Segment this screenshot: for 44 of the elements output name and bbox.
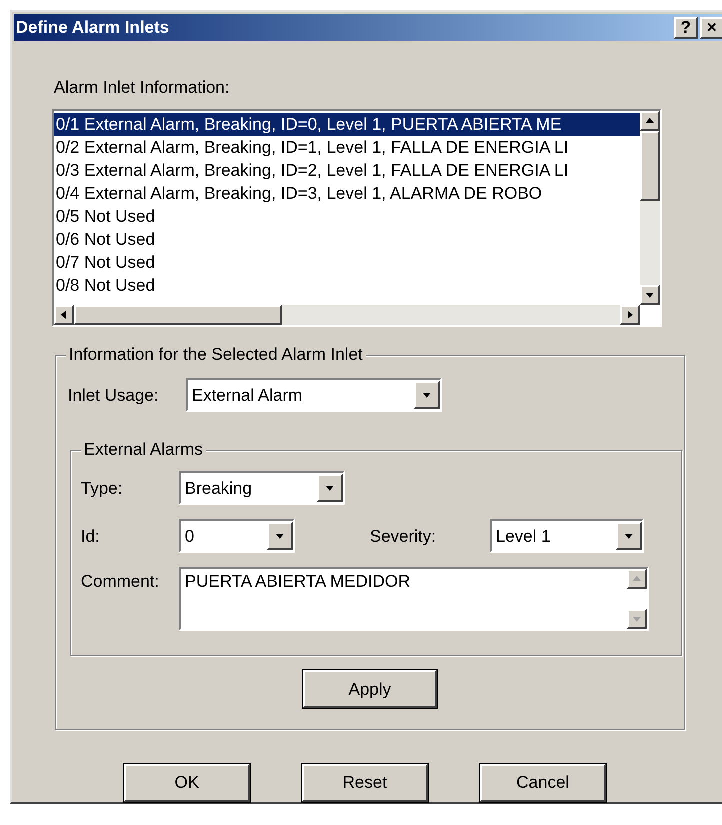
scroll-thumb[interactable] [640, 131, 660, 202]
list-item[interactable]: 0/4 External Alarm, Breaking, ID=3, Level 1, ALARMA DE ROBO [54, 182, 640, 206]
dialog-button[interactable]: Reset [302, 764, 428, 802]
scroll-button[interactable] [620, 305, 640, 326]
severity-dropdown[interactable]: Level 1 [490, 519, 644, 554]
caret-icon [275, 531, 285, 542]
scroll-button[interactable] [640, 285, 660, 306]
caret-icon [422, 390, 432, 400]
scroll-button[interactable] [54, 305, 74, 326]
field-label: Inlet Usage: [68, 384, 160, 407]
list-item[interactable]: 0/5 Not Used [54, 205, 640, 228]
field-label: Severity: [370, 526, 438, 548]
dialog-button[interactable]: Cancel [480, 764, 606, 802]
scroll-button[interactable] [627, 609, 647, 630]
comment-field[interactable]: PUERTA ABIERTA MEDIDOR [179, 567, 649, 632]
list-item[interactable]: 0/1 External Alarm, Breaking, ID=0, Level 1, PUERTA ABIERTA ME [54, 113, 640, 136]
caret-icon [325, 483, 335, 494]
scroll-thumb[interactable] [74, 305, 282, 326]
caret-icon [624, 531, 634, 542]
horizontal-scrollbar[interactable] [54, 305, 640, 326]
field-label: Type: [81, 478, 124, 500]
list-item[interactable]: 0/7 Not Used [54, 251, 640, 274]
down-arrow-icon [632, 614, 642, 624]
list-item[interactable]: 0/8 Not Used [54, 274, 640, 298]
scroll-button[interactable] [640, 111, 660, 132]
window-title: Define Alarm Inlets [15, 16, 170, 39]
right-arrow-icon [625, 310, 635, 320]
inlet-usage-dropdown[interactable]: External Alarm [186, 378, 442, 412]
help-button[interactable]: ? [674, 16, 698, 39]
dialog-button[interactable]: Apply [303, 670, 437, 708]
list-label: Alarm Inlet Information: [54, 78, 230, 98]
field-label: Id: [81, 526, 101, 548]
list-item[interactable]: 0/2 External Alarm, Breaking, ID=1, Level 1, FALLA DE ENERGIA LI [54, 136, 640, 160]
dialog-button[interactable]: OK [124, 764, 250, 802]
id-dropdown[interactable]: 0 [179, 519, 295, 554]
type-dropdown[interactable]: Breaking [179, 471, 345, 506]
scroll-button[interactable] [627, 569, 647, 590]
left-arrow-icon [59, 310, 69, 320]
list-item[interactable]: 0/6 Not Used [54, 228, 640, 252]
close-button[interactable]: × [700, 16, 722, 39]
field-label: Comment: [81, 571, 160, 594]
list-item[interactable]: 0/3 External Alarm, Breaking, ID=2, Level 1, FALLA DE ENERGIA LI [54, 159, 640, 182]
vertical-scrollbar[interactable] [640, 111, 660, 306]
down-arrow-icon [645, 290, 655, 300]
